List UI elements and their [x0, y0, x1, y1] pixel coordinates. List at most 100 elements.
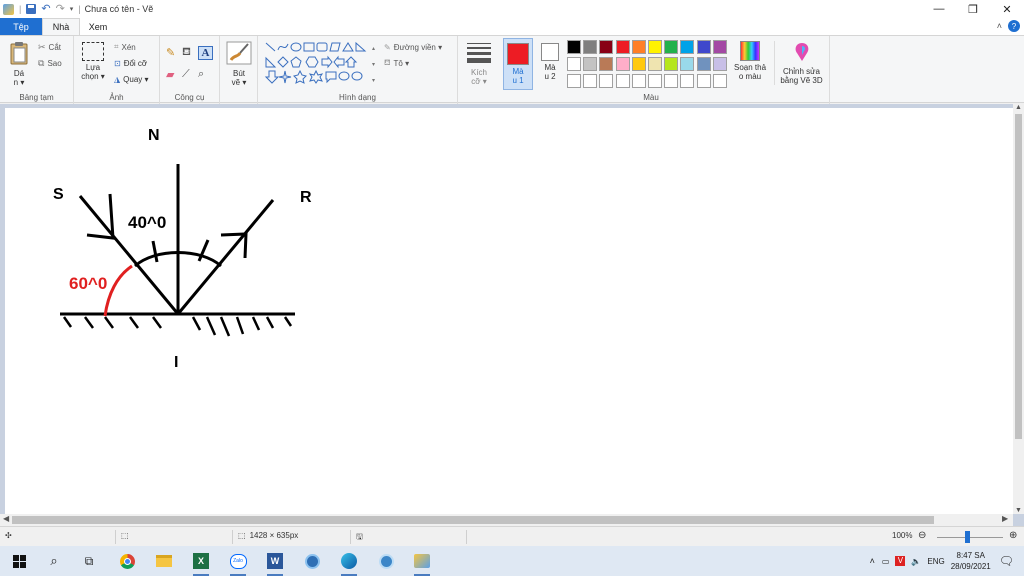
color-swatch[interactable] [567, 40, 581, 54]
tray-expand-icon[interactable]: ˄ [870, 556, 875, 566]
color-swatch[interactable] [631, 40, 646, 54]
antivirus-icon[interactable]: V [895, 556, 906, 566]
edge-icon[interactable] [340, 552, 358, 576]
redo-icon[interactable]: ↷ [56, 3, 65, 15]
color-swatch[interactable] [664, 74, 679, 88]
color-swatch[interactable] [712, 74, 727, 88]
zoom-in-icon[interactable]: ⊕ [1009, 530, 1017, 541]
color-swatch[interactable] [631, 57, 646, 71]
minimize-button[interactable]: — [922, 0, 956, 18]
horizontal-scrollbar[interactable]: ◀ ▶ [0, 514, 1013, 526]
magnifier-icon[interactable]: ⌕ [198, 68, 214, 81]
color-swatch[interactable] [696, 57, 711, 71]
shapes-scroll-down[interactable]: ▾ [372, 62, 375, 68]
rotate-button[interactable]: ◮ Quay ▾ [114, 73, 149, 85]
color-swatch[interactable] [648, 74, 662, 88]
color-swatch[interactable] [567, 57, 581, 71]
save-icon[interactable] [26, 4, 37, 14]
undo-icon[interactable]: ↶ [41, 3, 50, 15]
file-explorer-icon[interactable] [155, 552, 173, 570]
color-swatch[interactable] [680, 40, 695, 54]
crop-button[interactable]: ⌗ Xén [114, 41, 136, 53]
color-swatch[interactable] [599, 74, 614, 88]
copy-button[interactable]: ⧉ Sao [38, 57, 62, 69]
text-tool-icon[interactable]: A [198, 46, 213, 60]
color-swatch[interactable] [615, 74, 630, 88]
color-swatch[interactable] [631, 74, 646, 88]
tab-view[interactable]: Xem [82, 18, 114, 35]
brushes-button[interactable]: Bút vẽ ▾ [225, 41, 253, 87]
help-icon[interactable]: ? [1008, 20, 1020, 32]
chrome-icon[interactable] [118, 552, 136, 570]
clock[interactable]: 8:47 SA 28/09/2021 [951, 550, 991, 572]
network-app-icon[interactable] [377, 552, 395, 570]
pencil-icon[interactable]: ✎ [166, 46, 182, 60]
color-swatch[interactable] [599, 57, 614, 71]
color-swatch[interactable] [664, 40, 679, 54]
color-swatch[interactable] [648, 57, 662, 71]
paint3d-button[interactable]: Chỉnh sửa bằng Vẽ 3D [774, 41, 828, 85]
zalo-icon[interactable]: Zalo [229, 552, 247, 576]
tab-home[interactable]: Nhà [42, 18, 80, 35]
excel-icon[interactable]: X [192, 552, 210, 576]
color-swatch[interactable] [648, 40, 662, 54]
scroll-right-icon[interactable]: ▶ [1002, 514, 1008, 523]
fill-button[interactable]: ⛾ Tô ▾ [384, 57, 409, 69]
collapse-ribbon-icon[interactable]: ˄ [997, 21, 1002, 31]
vertical-scroll-thumb[interactable] [1015, 114, 1022, 439]
color-swatch[interactable] [696, 74, 711, 88]
restore-button[interactable]: ❐ [956, 0, 990, 18]
word-icon[interactable]: W [266, 552, 284, 576]
scroll-up-icon[interactable]: ▲ [1013, 104, 1024, 111]
scroll-down-icon[interactable]: ▼ [1013, 507, 1024, 514]
app-icon[interactable] [303, 552, 321, 570]
shapes-gallery[interactable]: ▴ ▾ ▾ [264, 41, 380, 85]
close-button[interactable]: ✕ [990, 0, 1024, 18]
color-swatch[interactable] [664, 57, 679, 71]
color1-button[interactable]: Mà u 1 [503, 38, 533, 90]
edit-colors-button[interactable]: Soạn thả o màu [730, 41, 770, 81]
zoom-slider-thumb[interactable] [965, 531, 970, 543]
vertical-scrollbar[interactable]: ▲ ▼ [1013, 104, 1024, 514]
paint-taskbar-icon[interactable] [413, 552, 431, 576]
color-swatch[interactable] [567, 74, 581, 88]
volume-icon[interactable]: 🔈 [911, 557, 921, 566]
drawing-canvas[interactable]: N S R I 40^0 60^0 [5, 108, 1013, 518]
resize-button[interactable]: ⊡ Đổi cỡ [114, 57, 147, 69]
fill-bucket-icon[interactable]: ⛾ [182, 46, 198, 60]
horizontal-scroll-thumb[interactable] [12, 516, 934, 524]
paste-button[interactable]: Dá n ▾ [6, 41, 32, 87]
color-swatch[interactable] [712, 40, 727, 54]
color-swatch[interactable] [696, 40, 711, 54]
cut-button[interactable]: ✂ Cắt [38, 41, 61, 53]
color-swatch[interactable] [615, 57, 630, 71]
color-swatch[interactable] [680, 74, 695, 88]
select-button[interactable]: Lựa chọn ▾ [80, 42, 106, 81]
scroll-left-icon[interactable]: ◀ [3, 514, 9, 523]
color-swatch[interactable] [583, 57, 598, 71]
customize-toolbar-icon[interactable]: ▾ [70, 5, 74, 13]
zoom-out-icon[interactable]: ⊖ [918, 530, 926, 541]
task-view-icon[interactable]: ⧉ [80, 552, 98, 570]
notifications-icon[interactable]: 🗨 [999, 554, 1014, 568]
outline-button[interactable]: ✎ Đường viền ▾ [384, 41, 442, 53]
search-icon[interactable]: ⌕ [45, 552, 63, 570]
shapes-scroll-up[interactable]: ▴ [372, 46, 375, 52]
start-button[interactable] [10, 552, 28, 570]
paint-app-icon[interactable] [3, 3, 14, 15]
color-swatch[interactable] [712, 57, 727, 71]
color-swatch[interactable] [680, 57, 695, 71]
language-indicator[interactable]: ENG [927, 557, 944, 566]
eraser-icon[interactable]: ▰ [166, 68, 182, 81]
color-swatch[interactable] [583, 74, 598, 88]
shapes-more[interactable]: ▾ [372, 78, 375, 84]
color-swatch[interactable] [599, 40, 614, 54]
battery-icon[interactable]: ▭ [882, 557, 890, 566]
color-picker-icon[interactable]: ⟋ [182, 68, 198, 81]
color-swatch[interactable] [615, 40, 630, 54]
size-button[interactable]: Kích cỡ ▾ [465, 42, 493, 86]
zoom-slider-track[interactable] [937, 537, 1003, 538]
color-swatch[interactable] [583, 40, 598, 54]
color2-button[interactable]: Mà u 2 [536, 38, 564, 81]
tab-file[interactable]: Tệp [0, 18, 42, 35]
